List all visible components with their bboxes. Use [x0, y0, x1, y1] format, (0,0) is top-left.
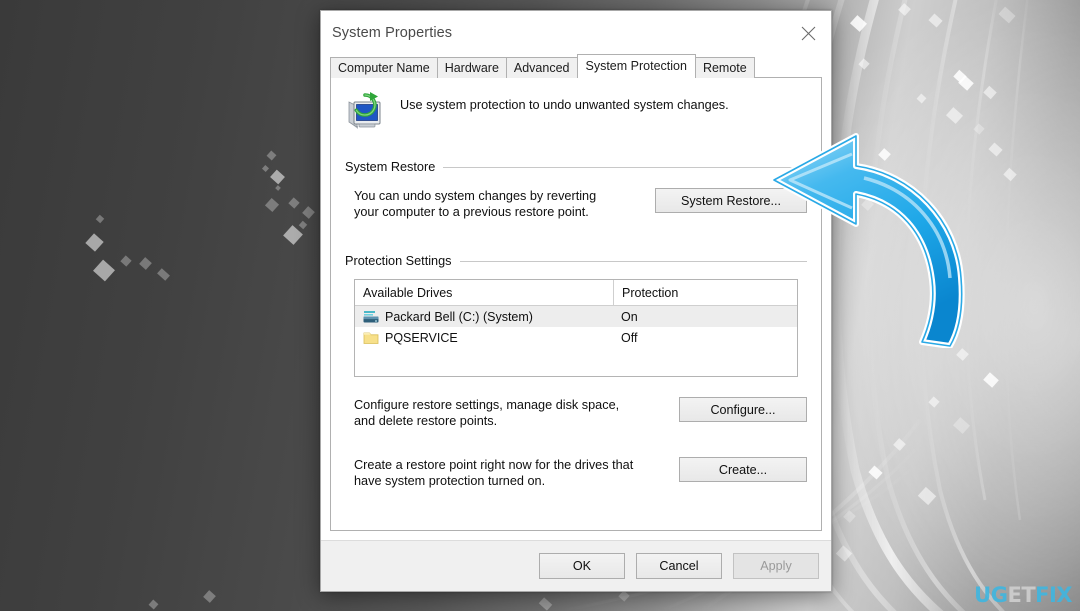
system-restore-description: You can undo system changes by reverting…: [354, 189, 597, 219]
title-bar: System Properties: [321, 11, 831, 55]
create-description: Create a restore point right now for the…: [354, 458, 634, 488]
column-header-protection: Protection: [622, 285, 679, 300]
group-label-system-restore: System Restore: [345, 160, 436, 174]
group-divider: [443, 166, 807, 168]
group-header-protection-settings: Protection Settings: [345, 254, 807, 268]
close-glyph: [801, 26, 816, 40]
create-button[interactable]: Create...: [679, 457, 807, 482]
drive-name: PQSERVICE: [385, 330, 458, 345]
intro-row: Use system protection to undo unwanted s…: [345, 78, 807, 132]
watermark-part-2: ET: [1007, 583, 1036, 607]
table-row[interactable]: PQSERVICE Off: [355, 327, 797, 348]
site-watermark: UGETFIX: [974, 583, 1072, 607]
screen: System Properties Computer Name Hardware…: [0, 0, 1080, 611]
hard-drive-icon: [363, 310, 379, 322]
tab-strip: Computer Name Hardware Advanced System P…: [321, 54, 831, 78]
ok-button[interactable]: OK: [539, 553, 625, 579]
partition-drive-icon: [363, 332, 379, 344]
available-drives-list[interactable]: Available Drives Protection Packard Bell…: [354, 279, 798, 377]
close-icon[interactable]: [786, 11, 831, 55]
drive-name: Packard Bell (C:) (System): [385, 309, 533, 324]
create-row: Create a restore point right now for the…: [345, 457, 807, 489]
system-restore-button[interactable]: System Restore...: [655, 188, 807, 213]
intro-text: Use system protection to undo unwanted s…: [400, 98, 729, 112]
watermark-part-1: UG: [974, 583, 1008, 607]
configure-row: Configure restore settings, manage disk …: [345, 397, 807, 429]
window-title: System Properties: [332, 25, 453, 41]
group-divider: [459, 260, 807, 262]
apply-button: Apply: [733, 553, 819, 579]
group-header-system-restore: System Restore: [345, 160, 807, 174]
tab-system-protection[interactable]: System Protection: [576, 54, 696, 78]
dialog-footer: OK Cancel Apply: [321, 540, 831, 591]
tab-advanced[interactable]: Advanced: [505, 57, 578, 78]
watermark-part-3: FIX: [1035, 583, 1072, 607]
system-properties-dialog: System Properties Computer Name Hardware…: [320, 10, 832, 592]
tab-hardware[interactable]: Hardware: [436, 57, 507, 78]
list-header-row: Available Drives Protection: [355, 280, 797, 306]
system-protection-icon: [348, 92, 381, 129]
tab-content-system-protection: Use system protection to undo unwanted s…: [330, 78, 822, 531]
group-label-protection-settings: Protection Settings: [345, 254, 452, 268]
tab-computer-name[interactable]: Computer Name: [330, 57, 438, 78]
cancel-button[interactable]: Cancel: [636, 553, 722, 579]
system-restore-row: You can undo system changes by reverting…: [345, 188, 807, 220]
configure-button[interactable]: Configure...: [679, 397, 807, 422]
configure-description: Configure restore settings, manage disk …: [354, 398, 620, 428]
drive-protection-status: On: [621, 309, 638, 324]
column-header-available-drives: Available Drives: [355, 280, 614, 305]
drive-protection-status: Off: [621, 330, 638, 345]
tab-remote[interactable]: Remote: [694, 57, 755, 78]
table-row[interactable]: Packard Bell (C:) (System) On: [355, 306, 797, 327]
